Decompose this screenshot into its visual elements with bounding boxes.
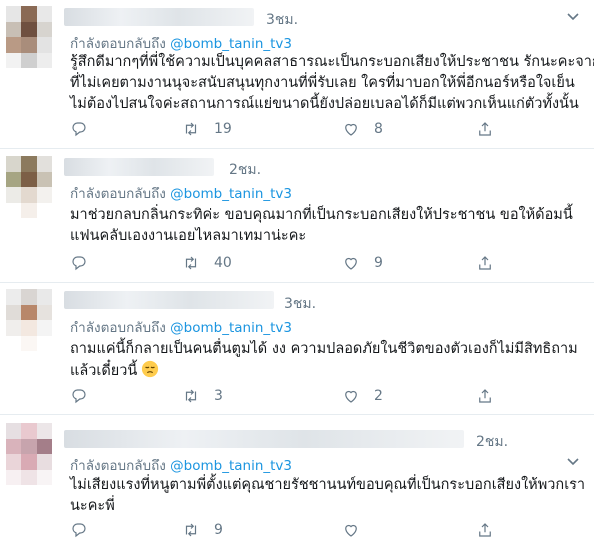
share-button[interactable] <box>476 519 494 541</box>
chevron-down-icon[interactable] <box>566 10 580 24</box>
share-button[interactable] <box>476 118 494 140</box>
display-name[interactable] <box>64 158 214 176</box>
replying-prefix: กำลังตอบกลับถึง <box>70 458 166 474</box>
share-icon <box>479 256 491 270</box>
like-count: 8 <box>374 121 383 137</box>
tweet-text-line: รู้สึกดีมากๆที่พี่ใช้ความเป็นบุคคลสาธารณ… <box>70 54 594 70</box>
timestamp[interactable]: 2ชม. <box>476 431 508 453</box>
retweet-button[interactable]: 19 <box>182 118 232 140</box>
retweet-icon <box>185 122 197 136</box>
tweet-text-fragment: แล้วเดี๋ยวนี้ <box>70 363 138 379</box>
replying-to: กำลังตอบกลับถึง @bomb_tanin_tv3 <box>70 32 292 54</box>
like-button[interactable]: 9 <box>342 252 383 274</box>
tweet-text-line: แฟนคลับเองงานเอยไหลมาเทมาน่ะคะ <box>70 228 307 244</box>
tweet-text-line: ไม่เสียงแรงที่หนูตามพี่ตั้งแต่คุณชายรัชช… <box>70 477 586 493</box>
tweet-text-line: ถามแค่นี้ก็กลายเป็นคนตื่นตูมได้ งง ความป… <box>70 341 578 357</box>
replying-prefix: กำลังตอบกลับถึง <box>70 186 166 202</box>
timestamp[interactable]: 3ชม. <box>266 9 298 31</box>
tweet-text: ไม่เสียงแรงที่หนูตามพี่ตั้งแต่คุณชายรัชช… <box>70 475 586 517</box>
tweet-2[interactable]: 2ชม. กำลังตอบกลับถึง @bomb_tanin_tv3 มาช… <box>0 149 594 283</box>
like-button[interactable] <box>342 519 374 541</box>
like-count: 9 <box>374 255 383 271</box>
tweet-text-line: มาช่วยกลบกลิ่นกระทิค่ะ ขอบคุณมากที่เป็นก… <box>70 207 573 223</box>
tweet-text: ถามแค่นี้ก็กลายเป็นคนตื่นตูมได้ งง ความป… <box>70 339 580 382</box>
timestamp[interactable]: 2ชม. <box>229 159 261 181</box>
action-bar: 3 2 <box>70 385 510 407</box>
tweet-text-line: นะคะพี่ <box>70 498 115 514</box>
share-button[interactable] <box>476 252 494 274</box>
action-bar: 19 8 <box>70 118 510 140</box>
timestamp[interactable]: 3ชม. <box>284 293 316 315</box>
reply-icon <box>72 389 86 404</box>
avatar[interactable] <box>6 6 52 68</box>
reply-button[interactable] <box>70 252 88 274</box>
tweet-text-line: ที่ไม่เคยตามงานนุจะสนับสนุนทุกงานที่พี่ร… <box>70 75 575 91</box>
avatar[interactable] <box>6 423 52 485</box>
display-name[interactable] <box>64 430 464 448</box>
reply-icon <box>72 256 86 271</box>
tweet-text-line: ไม่ต้องไปสนใจค่ะสถานการณ์แย่ขนาดนี้ยังปล… <box>70 96 579 112</box>
retweet-count: 19 <box>214 121 232 137</box>
tweet-text-line: แล้วเดี๋ยวนี้ <box>70 360 580 382</box>
avatar[interactable] <box>6 156 52 218</box>
replying-prefix: กำลังตอบกลับถึง <box>70 36 166 52</box>
tweet-4[interactable]: 2ชม. กำลังตอบกลับถึง @bomb_tanin_tv3 ไม่… <box>0 415 594 543</box>
tweet-text: มาช่วยกลบกลิ่นกระทิค่ะ ขอบคุณมากที่เป็นก… <box>70 205 580 247</box>
retweet-button[interactable]: 40 <box>182 252 232 274</box>
retweet-icon <box>185 523 197 537</box>
replying-to: กำลังตอบกลับถึง @bomb_tanin_tv3 <box>70 454 292 476</box>
share-icon <box>479 523 491 537</box>
retweet-count: 9 <box>214 522 223 538</box>
tweet-3[interactable]: 3ชม. กำลังตอบกลับถึง @bomb_tanin_tv3 ถาม… <box>0 283 594 415</box>
avatar[interactable] <box>6 289 52 351</box>
reply-handle-link[interactable]: @bomb_tanin_tv3 <box>170 458 292 474</box>
retweet-button[interactable]: 3 <box>182 385 223 407</box>
reply-icon <box>72 523 86 538</box>
like-button[interactable]: 2 <box>342 385 383 407</box>
heart-icon <box>345 257 357 270</box>
retweet-icon <box>185 256 197 270</box>
retweet-icon <box>185 389 197 403</box>
tweet-1[interactable]: 3ชม. กำลังตอบกลับถึง @bomb_tanin_tv3 รู้… <box>0 0 594 149</box>
action-bar: 40 9 <box>70 252 510 274</box>
retweet-count: 40 <box>214 255 232 271</box>
replying-prefix: กำลังตอบกลับถึง <box>70 320 166 336</box>
display-name[interactable] <box>64 8 254 26</box>
replying-to: กำลังตอบกลับถึง @bomb_tanin_tv3 <box>70 316 292 338</box>
reply-button[interactable] <box>70 385 88 407</box>
heart-icon <box>345 390 357 403</box>
reply-button[interactable] <box>70 118 88 140</box>
pensive-face-icon <box>142 360 159 378</box>
reply-button[interactable] <box>70 519 88 541</box>
reply-handle-link[interactable]: @bomb_tanin_tv3 <box>170 320 292 336</box>
reply-handle-link[interactable]: @bomb_tanin_tv3 <box>170 186 292 202</box>
share-button[interactable] <box>476 385 494 407</box>
like-count: 2 <box>374 388 383 404</box>
display-name[interactable] <box>64 291 274 309</box>
action-bar: 9 <box>70 519 510 541</box>
retweet-count: 3 <box>214 388 223 404</box>
reply-icon <box>72 122 86 137</box>
tweet-text: รู้สึกดีมากๆที่พี่ใช้ความเป็นบุคคลสาธารณ… <box>70 52 594 115</box>
chevron-down-icon[interactable] <box>566 455 580 469</box>
share-icon <box>479 389 491 403</box>
replying-to: กำลังตอบกลับถึง @bomb_tanin_tv3 <box>70 182 292 204</box>
reply-handle-link[interactable]: @bomb_tanin_tv3 <box>170 36 292 52</box>
heart-icon <box>345 524 357 537</box>
retweet-button[interactable]: 9 <box>182 519 223 541</box>
share-icon <box>479 122 491 136</box>
heart-icon <box>345 123 357 136</box>
like-button[interactable]: 8 <box>342 118 383 140</box>
